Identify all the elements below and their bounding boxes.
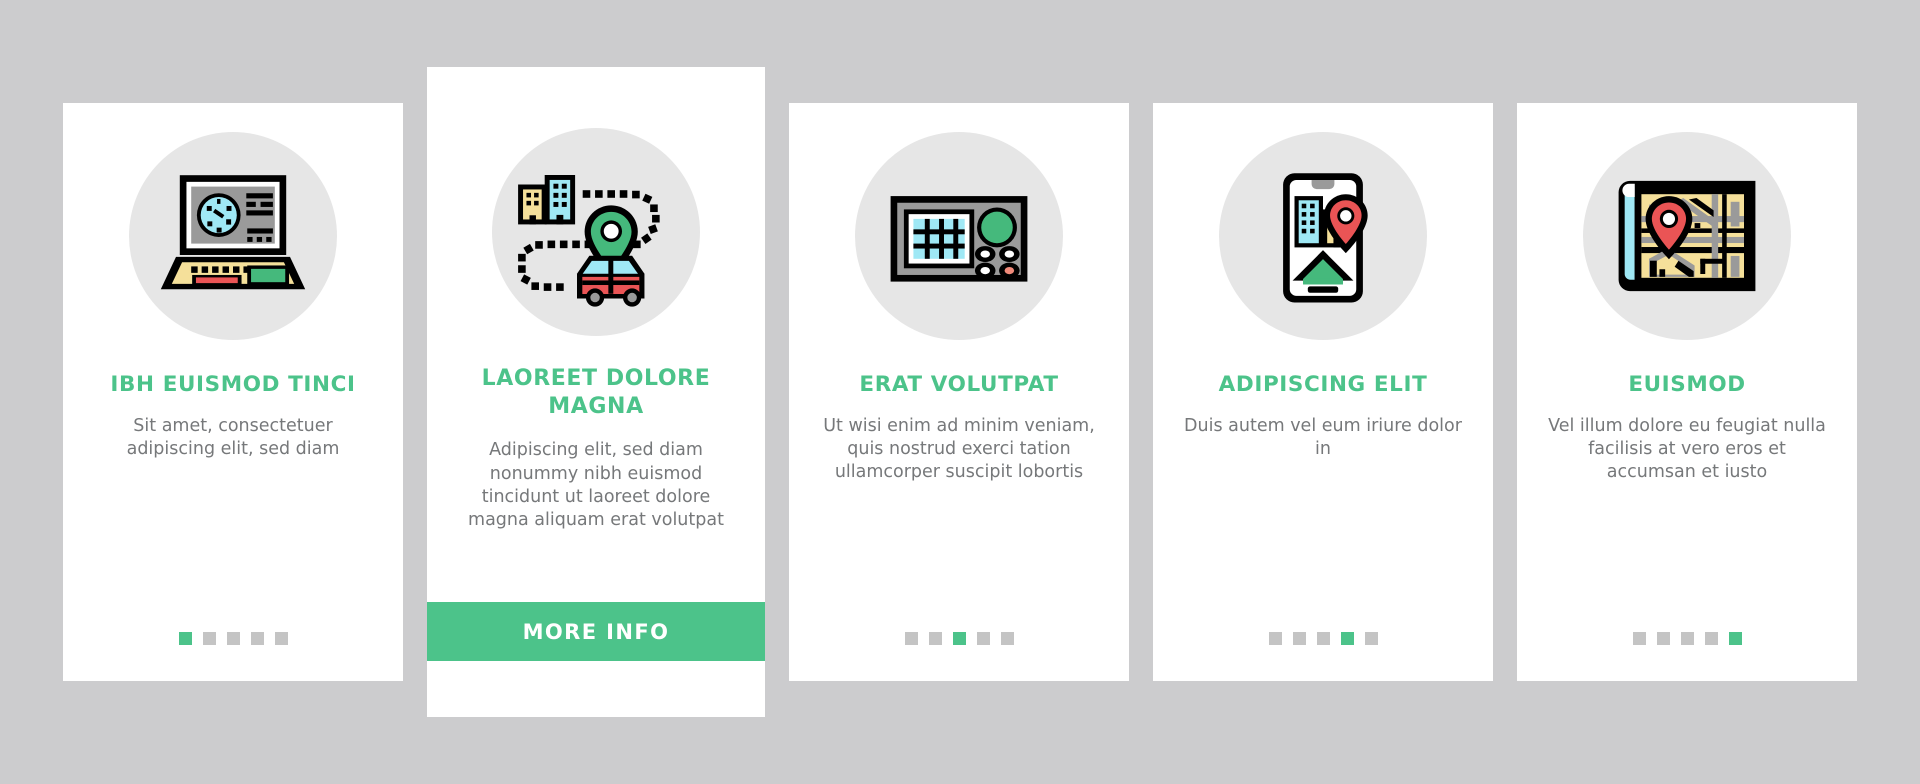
card-5-title: EUISMOD [1628, 372, 1746, 397]
pagination-dot[interactable] [1292, 632, 1306, 645]
card-4-pagination-dots[interactable] [1268, 632, 1378, 645]
pagination-dot[interactable] [928, 632, 942, 645]
onboarding-card-1[interactable]: IBH EUISMOD TINCI Sit amet, consectetuer… [63, 103, 403, 681]
pagination-dot[interactable] [226, 632, 240, 645]
pagination-dot[interactable] [1268, 632, 1282, 645]
onboarding-card-4[interactable]: ADIPISCING ELIT Duis autem vel eum iriur… [1153, 103, 1493, 681]
onboarding-screens-board: IBH EUISMOD TINCI Sit amet, consectetuer… [0, 0, 1920, 784]
card-1-title: IBH EUISMOD TINCI [110, 372, 356, 397]
gps-navigator-device-icon [890, 196, 1028, 282]
onboarding-card-3[interactable]: ERAT VOLUTPAT Ut wisi enim ad minim veni… [789, 103, 1129, 681]
pagination-dot[interactable] [178, 632, 192, 645]
pagination-dot[interactable] [1680, 632, 1694, 645]
card-2-illustration [491, 127, 701, 337]
card-1-description: Sit amet, consectetuer adipiscing elit, … [126, 415, 340, 459]
pagination-dot[interactable] [274, 632, 288, 645]
card-1-pagination-dots[interactable] [178, 632, 288, 645]
pagination-dot[interactable] [1340, 632, 1354, 645]
card-5-description: Vel illum dolore eu feugiat nulla facili… [1548, 415, 1826, 483]
card-1-illustration [128, 131, 338, 341]
card-3-pagination-dots[interactable] [904, 632, 1014, 645]
card-4-title: ADIPISCING ELIT [1218, 372, 1428, 397]
pagination-dot[interactable] [1000, 632, 1014, 645]
pagination-dot[interactable] [202, 632, 216, 645]
card-2-title: LAOREET DOLORE MAGNA [481, 366, 711, 420]
pagination-dot[interactable] [250, 632, 264, 645]
onboarding-card-5[interactable]: EUISMOD Vel illum dolore eu feugiat null… [1517, 103, 1857, 681]
card-3-illustration [854, 131, 1064, 341]
card-5-pagination-dots[interactable] [1632, 632, 1742, 645]
pagination-dot[interactable] [904, 632, 918, 645]
car-route-city-pin-icon [518, 175, 660, 307]
pagination-dot[interactable] [1656, 632, 1670, 645]
pagination-dot[interactable] [1316, 632, 1330, 645]
card-4-illustration [1218, 131, 1428, 341]
paper-map-pin-icon [1618, 180, 1756, 292]
card-2-description: Adipiscing elit, sed diam nonummy nibh e… [468, 440, 724, 531]
smartphone-navigation-icon [1283, 173, 1368, 303]
pagination-dot[interactable] [1704, 632, 1718, 645]
onboarding-card-2[interactable]: LAOREET DOLORE MAGNA Adipiscing elit, se… [427, 67, 765, 717]
pagination-dot[interactable] [1728, 632, 1742, 645]
pagination-dot[interactable] [1632, 632, 1646, 645]
card-3-description: Ut wisi enim ad minim veniam, quis nostr… [823, 415, 1095, 483]
card-3-title: ERAT VOLUTPAT [859, 372, 1059, 397]
card-4-description: Duis autem vel eum iriure dolor in [1184, 415, 1462, 459]
pagination-dot[interactable] [976, 632, 990, 645]
more-info-button[interactable]: MORE INFO [427, 602, 765, 661]
pagination-dot[interactable] [1364, 632, 1378, 645]
pagination-dot[interactable] [952, 632, 966, 645]
card-5-illustration [1582, 131, 1792, 341]
laptop-radar-icon [160, 175, 306, 290]
